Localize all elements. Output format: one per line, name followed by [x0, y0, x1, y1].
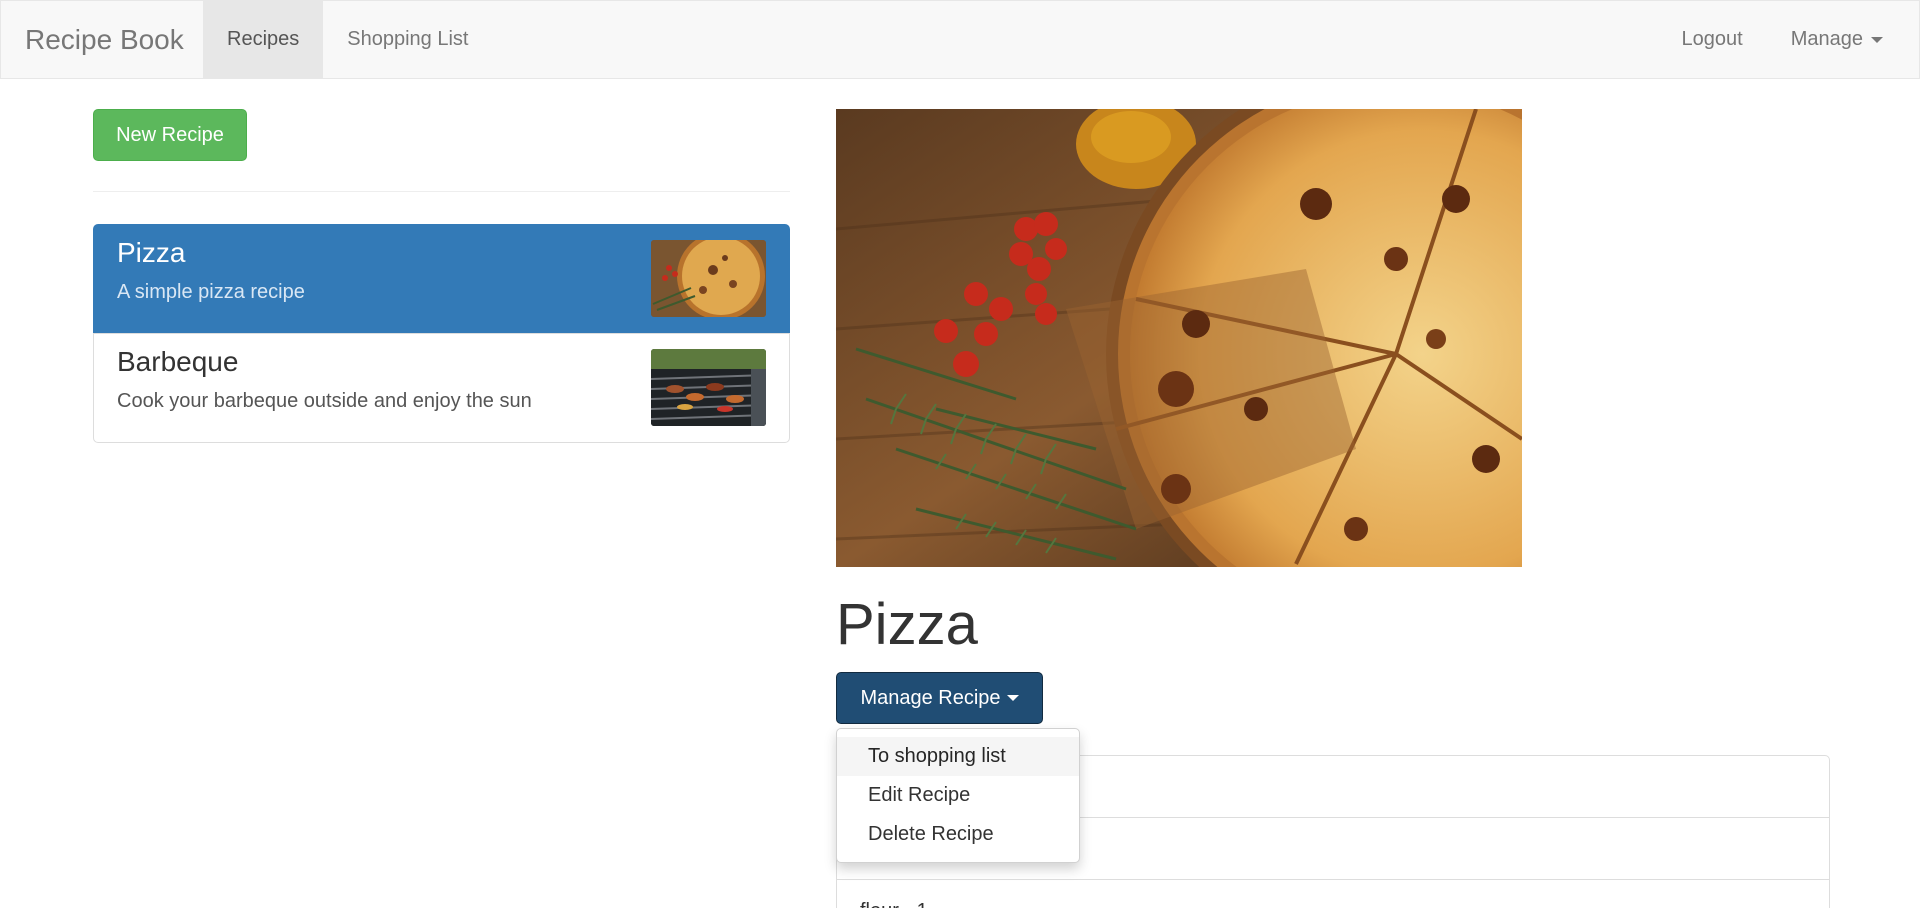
new-recipe-button[interactable]: New Recipe	[93, 109, 247, 161]
recipe-list: Pizza A simple pizza recipe Barbeque Coo…	[93, 224, 790, 443]
recipe-thumbnail-barbeque	[651, 349, 766, 426]
menu-item-to-shopping-list[interactable]: To shopping list	[837, 737, 1079, 776]
manage-recipe-dropdown-menu: To shopping list Edit Recipe Delete Reci…	[836, 728, 1080, 863]
nav-right: Logout Manage	[1658, 1, 1907, 78]
recipe-item-barbeque[interactable]: Barbeque Cook your barbeque outside and …	[93, 333, 790, 443]
nav-manage-dropdown[interactable]: Manage	[1767, 1, 1907, 78]
recipe-item-pizza[interactable]: Pizza A simple pizza recipe	[93, 224, 790, 334]
recipe-description: A simple pizza recipe	[117, 281, 305, 303]
divider	[93, 191, 790, 192]
recipe-image-pizza	[836, 109, 1522, 567]
manage-recipe-button[interactable]: Manage Recipe	[836, 672, 1043, 724]
caret-down-icon	[1871, 36, 1883, 43]
caret-down-icon	[1006, 695, 1019, 701]
recipe-thumbnail-pizza	[651, 240, 766, 317]
list-item: flour - 1	[836, 879, 1830, 908]
nav-shopping-list[interactable]: Shopping List	[323, 1, 492, 78]
nav-recipes[interactable]: Recipes	[203, 1, 324, 78]
recipe-title: Pizza	[836, 592, 978, 657]
nav-manage-label: Manage	[1790, 28, 1863, 50]
brand-link[interactable]: Recipe Book	[25, 1, 184, 78]
nav-links: Recipes Shopping List	[203, 1, 492, 78]
menu-item-edit-recipe[interactable]: Edit Recipe	[837, 776, 1079, 815]
recipe-name: Pizza	[117, 237, 186, 268]
navbar: Recipe Book Recipes Shopping List Logout…	[0, 0, 1920, 79]
recipe-description: Cook your barbeque outside and enjoy the…	[117, 390, 532, 412]
menu-item-delete-recipe[interactable]: Delete Recipe	[837, 815, 1079, 854]
recipe-name: Barbeque	[117, 346, 239, 377]
nav-logout[interactable]: Logout	[1658, 1, 1767, 78]
manage-recipe-label: Manage Recipe	[860, 686, 1001, 709]
